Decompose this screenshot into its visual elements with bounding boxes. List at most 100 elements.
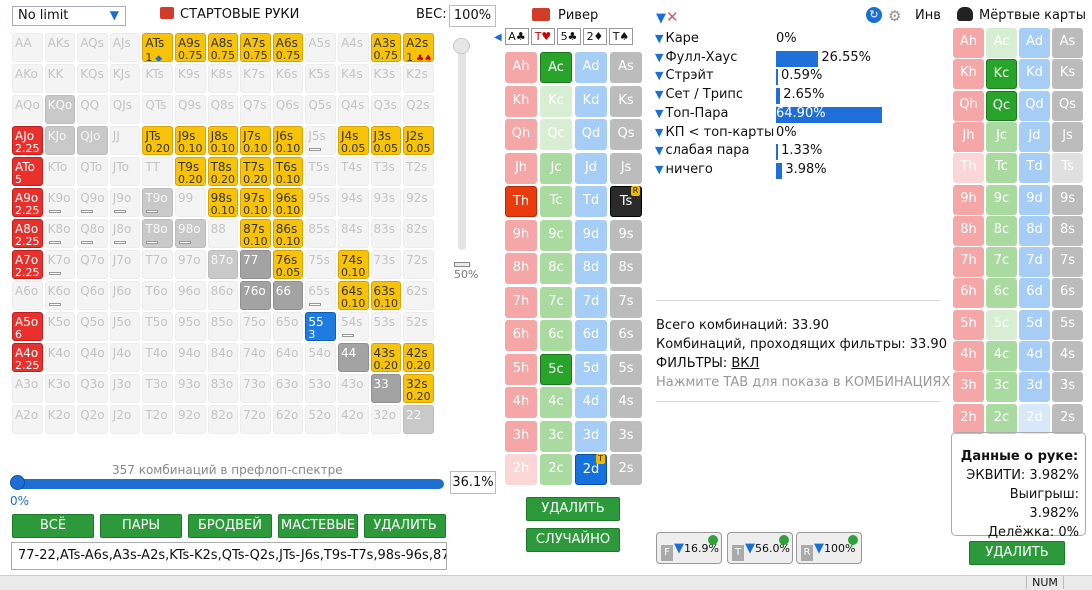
- dead-card-2h[interactable]: 2h: [953, 403, 984, 434]
- hand-cell[interactable]: 83s: [370, 219, 402, 248]
- river-card-6s[interactable]: 6s: [610, 320, 642, 351]
- hand-cell[interactable]: K4o: [44, 343, 76, 372]
- hand-cell[interactable]: J2o: [109, 405, 141, 434]
- hand-cell[interactable]: 84o: [207, 343, 239, 372]
- hand-cell[interactable]: K2s: [403, 64, 434, 93]
- hand-cell[interactable]: A5o 6: [12, 312, 43, 341]
- hand-cell[interactable]: Q4o: [77, 343, 108, 372]
- dead-card-8d[interactable]: 8d: [1019, 215, 1050, 246]
- dead-card-Ts[interactable]: Ts: [1052, 153, 1083, 184]
- river-card-3d[interactable]: 3d: [575, 420, 607, 452]
- hand-cell[interactable]: 62s: [403, 281, 434, 310]
- dead-card-9d[interactable]: 9d: [1019, 184, 1050, 215]
- hand-cell[interactable]: 86s 0.10: [272, 219, 304, 248]
- hand-cell[interactable]: A6o: [12, 281, 43, 310]
- hand-cell[interactable]: 73s: [370, 250, 402, 279]
- hand-cell[interactable]: Q5o: [77, 312, 108, 341]
- filter-icon[interactable]: ▼: [655, 32, 663, 45]
- hand-cell[interactable]: A2o: [12, 405, 43, 434]
- hand-cell[interactable]: T8o: [142, 219, 173, 248]
- hand-cell[interactable]: A9o 2.25: [12, 188, 43, 217]
- hand-cell[interactable]: J6o: [109, 281, 141, 310]
- stat-row[interactable]: ▼ Сет / Трипс: [655, 87, 743, 106]
- river-card-4c[interactable]: 4c: [540, 387, 572, 418]
- dead-card-Kc[interactable]: Kc: [986, 59, 1017, 90]
- dead-card-Qh[interactable]: Qh: [953, 90, 984, 121]
- hand-cell[interactable]: QJo: [77, 126, 108, 155]
- hand-cell[interactable]: 74s 0.10: [337, 250, 369, 279]
- stat-row[interactable]: ▼ ничего: [655, 162, 713, 181]
- dead-card-Qs[interactable]: Qs: [1052, 90, 1083, 121]
- hand-cell[interactable]: QJs: [109, 95, 141, 124]
- hand-cell[interactable]: Q3o: [77, 374, 108, 403]
- turn-filter-button[interactable]: T ▼56.0%: [727, 532, 793, 564]
- hand-cell[interactable]: K5o: [44, 312, 76, 341]
- hand-cell[interactable]: A5s: [305, 33, 336, 62]
- river-card-2c[interactable]: 2c: [540, 454, 572, 485]
- hand-cell[interactable]: 86o: [207, 281, 239, 310]
- river-card-Qd[interactable]: Qd: [575, 119, 607, 150]
- hand-cell[interactable]: 64o: [272, 343, 304, 372]
- hand-cell[interactable]: A6s 0.75: [272, 33, 304, 62]
- hand-cell[interactable]: J7s 0.10: [240, 126, 271, 155]
- hand-cell[interactable]: 43o: [337, 374, 369, 403]
- river-card-6d[interactable]: 6d: [575, 320, 607, 351]
- dead-card-6c[interactable]: 6c: [986, 278, 1017, 309]
- hand-cell[interactable]: 97s 0.10: [240, 188, 271, 217]
- hand-cell[interactable]: Q8o: [77, 219, 108, 248]
- hand-cell[interactable]: K7o: [44, 250, 76, 279]
- hand-cell[interactable]: T6o: [142, 281, 173, 310]
- river-card-Ad[interactable]: Ad: [575, 52, 607, 83]
- weight-slider-handle[interactable]: [453, 38, 470, 54]
- stat-row[interactable]: ▼ слабая пара: [655, 143, 750, 162]
- river-card-6c[interactable]: 6c: [540, 320, 572, 351]
- hand-cell[interactable]: 43s 0.20: [370, 343, 402, 372]
- river-card-Th[interactable]: Th: [505, 186, 537, 217]
- stat-row[interactable]: ▼ Топ-Пара: [655, 106, 729, 125]
- hand-cell[interactable]: K6o: [44, 281, 76, 310]
- river-delete-button[interactable]: УДАЛИТЬ: [526, 497, 620, 521]
- hand-cell[interactable]: K9s: [174, 64, 206, 93]
- hand-cell[interactable]: Q2s: [403, 95, 434, 124]
- hand-cell[interactable]: A3s 0.75: [370, 33, 402, 62]
- dead-card-Qc[interactable]: Qc: [986, 90, 1017, 121]
- hand-cell[interactable]: K5s: [305, 64, 336, 93]
- hand-cell[interactable]: J5o: [109, 312, 141, 341]
- river-filter-button[interactable]: R ▼100%: [796, 532, 862, 564]
- flop-filter-button[interactable]: F ▼16.9%: [656, 532, 722, 564]
- dead-card-8h[interactable]: 8h: [953, 215, 984, 246]
- hand-cell[interactable]: 94s: [337, 188, 369, 217]
- river-card-5c[interactable]: 5c: [540, 353, 572, 385]
- dead-card-3c[interactable]: 3c: [986, 372, 1017, 403]
- hand-cell[interactable]: T2s: [403, 157, 434, 186]
- hand-cell[interactable]: J5s: [305, 126, 336, 155]
- filter-icon[interactable]: ▼: [655, 69, 663, 82]
- hand-cell[interactable]: 52o: [305, 405, 336, 434]
- dead-card-Jd[interactable]: Jd: [1019, 121, 1050, 152]
- hand-cell[interactable]: 52s: [403, 312, 434, 341]
- hand-cell[interactable]: 44: [337, 343, 369, 372]
- weight-slider-track[interactable]: [458, 40, 466, 250]
- hand-cell[interactable]: 96s 0.10: [272, 188, 304, 217]
- hand-cell[interactable]: J8o: [109, 219, 141, 248]
- river-card-5s[interactable]: 5s: [610, 353, 642, 385]
- hand-cell[interactable]: KTo: [44, 157, 76, 186]
- hand-cell[interactable]: 32s 0.20: [403, 374, 434, 403]
- hand-cell[interactable]: J9s 0.10: [174, 126, 206, 155]
- hand-cell[interactable]: 95s: [305, 188, 336, 217]
- hand-cell[interactable]: 76o: [240, 281, 271, 310]
- dead-card-5c[interactable]: 5c: [986, 309, 1017, 340]
- hand-cell[interactable]: 87s 0.10: [240, 219, 271, 248]
- hand-cell[interactable]: 82o: [207, 405, 239, 434]
- hand-cell[interactable]: AKo: [12, 64, 43, 93]
- hand-cell[interactable]: 65o: [272, 312, 304, 341]
- dead-card-9s[interactable]: 9s: [1052, 184, 1083, 215]
- collapse-left-icon[interactable]: ◀: [494, 32, 502, 43]
- hand-cell[interactable]: Q6s: [272, 95, 304, 124]
- hand-cell[interactable]: J4s 0.05: [337, 126, 369, 155]
- hand-cell[interactable]: J8s 0.10: [207, 126, 239, 155]
- hand-cell[interactable]: 42o: [337, 405, 369, 434]
- dead-card-9c[interactable]: 9c: [986, 184, 1017, 215]
- gear-icon[interactable]: ⚙: [888, 7, 901, 25]
- board-card[interactable]: 2♦: [583, 28, 607, 45]
